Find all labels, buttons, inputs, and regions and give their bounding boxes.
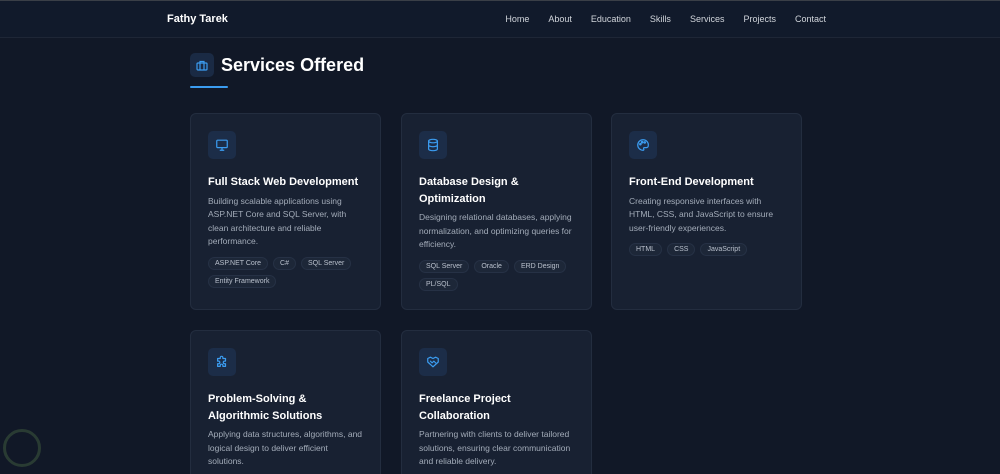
card-description: Designing relational databases, applying… xyxy=(419,212,572,249)
service-card-problem-solving: Problem-Solving & Algorithmic Solutions … xyxy=(190,330,381,474)
tech-tag: C# xyxy=(273,256,296,270)
service-card-full-stack: Full Stack Web Development Building scal… xyxy=(190,113,381,310)
card-description: Creating responsive interfaces with HTML… xyxy=(629,195,774,233)
card-title: Full Stack Web Development xyxy=(208,176,359,188)
tech-tag: CSS xyxy=(667,243,696,256)
tech-tag: ERD Design xyxy=(513,259,567,273)
nav-links: Home About Education Skills Services Pro… xyxy=(505,14,826,24)
nav-skills[interactable]: Skills xyxy=(650,14,671,24)
service-card-freelance: Freelance Project Collaboration Partneri… xyxy=(401,330,592,474)
nav-education[interactable]: Education xyxy=(591,14,631,24)
nav-projects[interactable]: Projects xyxy=(743,14,776,24)
section-title: Services Offered xyxy=(221,54,365,75)
card-description: Applying data structures, algorithms, an… xyxy=(208,429,363,466)
database-icon xyxy=(419,131,447,159)
service-card-database: Database Design & Optimization Designing… xyxy=(401,113,592,310)
briefcase-icon xyxy=(190,53,214,77)
card-title: Front-End Development xyxy=(629,176,754,188)
nav-contact[interactable]: Contact xyxy=(795,14,826,24)
nav-services[interactable]: Services xyxy=(690,14,725,24)
tag-list: HTML CSS JavaScript xyxy=(629,243,784,256)
card-title: Problem-Solving & Algorithmic Solutions xyxy=(208,393,323,422)
tech-tag: ASP.NET Core xyxy=(208,256,269,270)
handshake-icon xyxy=(419,348,447,376)
palette-icon xyxy=(629,131,657,159)
nav-home[interactable]: Home xyxy=(505,14,529,24)
monitor-icon xyxy=(208,131,236,159)
tech-tag: JavaScript xyxy=(700,243,748,256)
tech-tag: Oracle xyxy=(474,259,509,273)
card-description: Partnering with clients to deliver tailo… xyxy=(419,429,571,466)
card-description: Building scalable applications using ASP… xyxy=(208,195,347,247)
tech-tag: PL/SQL xyxy=(419,277,458,291)
tech-tag: Entity Framework xyxy=(208,274,277,288)
tech-tag: SQL Server xyxy=(419,259,470,273)
card-title: Database Design & Optimization xyxy=(419,176,519,205)
brand-logo[interactable]: Fathy Tarek xyxy=(167,13,228,25)
card-title: Freelance Project Collaboration xyxy=(419,393,511,422)
section-header: Services Offered xyxy=(190,53,364,77)
tag-list: SQL Server Oracle ERD Design PL/SQL xyxy=(419,259,574,291)
tech-tag: SQL Server xyxy=(301,256,352,270)
title-underline xyxy=(190,86,228,88)
watermark-logo xyxy=(3,429,41,467)
service-card-frontend: Front-End Development Creating responsiv… xyxy=(611,113,802,310)
puzzle-icon xyxy=(208,348,236,376)
tag-list: ASP.NET Core C# SQL Server Entity Framework xyxy=(208,256,363,288)
navbar: Fathy Tarek Home About Education Skills … xyxy=(0,1,1000,38)
tech-tag: HTML xyxy=(629,243,663,256)
nav-about[interactable]: About xyxy=(548,14,572,24)
